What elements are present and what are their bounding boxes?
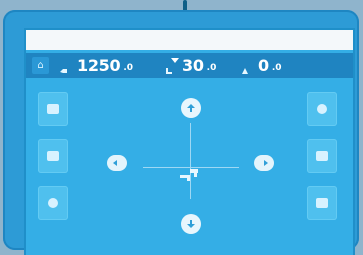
temperature-value: 30 [182, 56, 204, 75]
speed-value: 1250 [77, 56, 121, 75]
up-arrow-button[interactable] [181, 98, 201, 118]
device-body: ⌂ 1250 .0 30 .0 0 .0 [3, 10, 359, 255]
down-arrow-button[interactable] [181, 214, 201, 234]
arrow-down-icon [187, 220, 195, 228]
top-bar [26, 30, 353, 50]
temperature-status: 30 .0 [164, 53, 216, 78]
status-bar: ⌂ 1250 .0 30 .0 0 .0 [26, 53, 353, 78]
left-button-1[interactable] [38, 92, 68, 126]
dropdown-caret-icon [171, 58, 179, 63]
third-unit: .0 [271, 62, 282, 73]
right-button-1[interactable] [307, 92, 337, 126]
scale-icon [240, 61, 250, 74]
fan-icon [59, 61, 69, 73]
speed-unit: .0 [123, 62, 134, 73]
rotate-left-icon [113, 160, 117, 166]
third-value: 0 [258, 56, 269, 75]
robot-center-icon [178, 165, 202, 185]
home-icon: ⌂ [37, 60, 44, 71]
third-status: 0 .0 [240, 53, 282, 78]
left-button-3[interactable] [38, 186, 68, 220]
home-button[interactable]: ⌂ [32, 57, 49, 74]
arrow-up-icon [187, 104, 195, 112]
right-control-button[interactable] [254, 155, 274, 171]
temperature-unit: .0 [206, 62, 217, 73]
right-button-3[interactable] [307, 186, 337, 220]
left-control-button[interactable] [107, 155, 127, 171]
machine-icon [47, 151, 59, 161]
arm-icon [316, 198, 328, 208]
speed-status: 1250 .0 [59, 53, 133, 78]
stop-icon [48, 198, 58, 208]
left-button-2[interactable] [38, 139, 68, 173]
cup-icon [47, 104, 59, 114]
gear-icon [317, 104, 327, 114]
right-button-2[interactable] [307, 139, 337, 173]
rotate-right-icon [264, 160, 268, 166]
robot-arm-icon [316, 151, 328, 161]
vertical-guide [190, 123, 191, 199]
